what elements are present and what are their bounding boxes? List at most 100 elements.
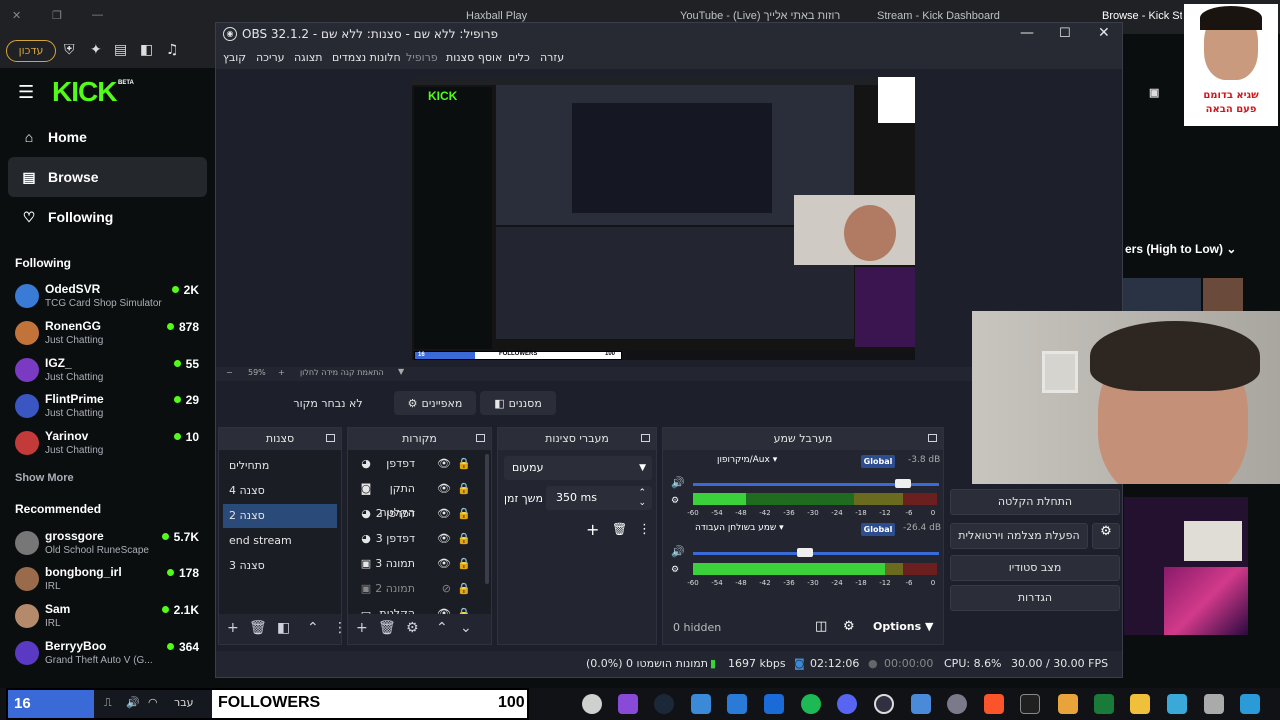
following-item[interactable]: Yarinov Just Chatting 10 [15, 428, 205, 464]
visibility-eye-icon[interactable]: 👁 [437, 477, 451, 501]
mixer-settings-icon[interactable]: ⚙ [671, 496, 679, 506]
language-indicator[interactable]: עבר [174, 696, 193, 709]
tv-icon[interactable]: ▣ [1149, 86, 1159, 99]
menu-docks[interactable]: חלונות נצמדים [332, 51, 401, 64]
window-close-icon[interactable]: ✕ [12, 9, 21, 31]
volume-slider-knob[interactable] [895, 479, 911, 488]
music-icon[interactable]: ♫ [166, 42, 179, 58]
visual-studio-icon[interactable] [618, 694, 638, 714]
extensions-icon[interactable]: ✦ [90, 42, 102, 58]
controller-icon[interactable]: ⎍ [104, 696, 112, 710]
following-item[interactable]: FlintPrime Just Chatting 29 [15, 391, 205, 427]
add-scene-icon[interactable]: + [227, 620, 239, 636]
lock-icon[interactable]: 🔒 [457, 552, 471, 576]
lock-icon[interactable]: 🔒 [457, 477, 471, 501]
photos-icon[interactable] [727, 694, 747, 714]
visibility-eye-icon[interactable]: 👁 [437, 527, 451, 551]
lock-icon[interactable]: 🔒 [457, 502, 471, 526]
add-source-icon[interactable]: + [356, 620, 368, 636]
transition-type-select[interactable]: עמעום ▼ [504, 456, 652, 480]
shield-icon[interactable]: ⛨ [64, 42, 75, 58]
close-icon[interactable]: ✕ [1098, 25, 1110, 41]
recommended-item[interactable]: grossgore Old School RuneScape 5.7K [15, 528, 205, 564]
obs-taskbar-icon[interactable] [874, 694, 894, 714]
speaker-icon[interactable]: 🔊 [671, 545, 685, 558]
store-icon[interactable] [764, 694, 784, 714]
snipping-tool-icon[interactable] [1167, 694, 1187, 714]
recommended-item[interactable]: BerryyBoo Grand Theft Auto V (G... 364 [15, 638, 205, 674]
wifi-icon[interactable]: ◠ [148, 696, 158, 709]
recommended-item[interactable]: Sam IRL 2.1K [15, 601, 205, 637]
scene-filters-icon[interactable]: ◧ [277, 620, 290, 636]
settings-button[interactable]: הגדרות [950, 585, 1120, 611]
settings-app-icon[interactable] [947, 694, 967, 714]
windows-start-icon[interactable] [1240, 694, 1260, 714]
visibility-eye-icon[interactable]: 👁 [437, 502, 451, 526]
mongodb-icon[interactable] [1094, 694, 1114, 714]
source-item[interactable]: ◕ דפדפן 2 👁 🔒 [354, 502, 475, 526]
following-item[interactable]: RonenGG Just Chatting 878 [15, 318, 205, 354]
clock-app-icon[interactable] [582, 694, 602, 714]
source-item-hidden[interactable]: ▣ תמונה 2 ⊘ 🔒 [354, 577, 475, 601]
add-transition-icon[interactable]: + [586, 520, 599, 539]
start-virtual-camera-button[interactable]: הפעלת מצלמה וירטואלית [950, 523, 1088, 549]
undock-icon[interactable] [326, 434, 335, 442]
source-item[interactable]: ◕ דפדפן 3 👁 🔒 [354, 527, 475, 551]
mixer-channel-name[interactable]: מיקרופון/Aux ▾ [717, 455, 777, 465]
move-source-down-icon[interactable]: ⌄ [460, 620, 472, 636]
undock-icon[interactable] [928, 434, 937, 442]
scrollbar[interactable] [485, 454, 489, 584]
minimize-icon[interactable]: — [1020, 25, 1034, 41]
file-explorer-icon[interactable] [1130, 694, 1150, 714]
maximize-icon[interactable]: ☐ [1059, 26, 1071, 41]
lock-icon[interactable]: 🔒 [457, 452, 471, 476]
menu-help[interactable]: עזרה [540, 51, 564, 64]
nav-following[interactable]: ♡ Following [8, 197, 207, 237]
following-item[interactable]: OdedSVR TCG Card Shop Simulator 2K [15, 281, 205, 317]
scene-item[interactable]: סצנה 4 [223, 479, 337, 503]
brave-icon[interactable] [984, 694, 1004, 714]
vmware-icon[interactable] [1058, 694, 1078, 714]
move-source-up-icon[interactable]: ⌃ [436, 620, 448, 636]
source-item[interactable]: ◙ התקן הקלטה 👁 🔒 [354, 477, 475, 519]
menu-profile[interactable]: פרופיל [406, 51, 438, 64]
lock-icon[interactable]: 🔒 [457, 527, 471, 551]
obs-titlebar[interactable]: ◉ OBS 32.1.2 - פרופיל: ללא שם - סצנות: ל… [216, 23, 1122, 47]
advanced-audio-icon[interactable]: ⚙ [843, 619, 855, 634]
undock-icon[interactable] [641, 434, 650, 442]
mixer-settings-icon[interactable]: ⚙ [671, 565, 679, 575]
source-item[interactable]: ◕ דפדפן 👁 🔒 [354, 452, 475, 476]
scene-item-selected[interactable]: סצנה 2 [223, 504, 337, 528]
sidebar-icon[interactable]: ◧ [140, 42, 153, 58]
mixer-channel-name[interactable]: שמע בשולחן העבודה ▾ [695, 523, 784, 533]
menu-view[interactable]: תצוגה [294, 51, 322, 64]
scene-item[interactable]: end stream [223, 529, 337, 553]
undock-icon[interactable] [476, 434, 485, 442]
zoom-dropdown-icon[interactable]: ▼ [398, 367, 404, 376]
nav-home[interactable]: ⌂ Home [8, 117, 207, 157]
menu-scene-collection[interactable]: אוסף סצנות [446, 51, 502, 64]
visibility-eye-icon[interactable]: 👁 [437, 452, 451, 476]
hamburger-menu-icon[interactable]: ☰ [18, 82, 34, 103]
wallet-icon[interactable]: ▤ [114, 42, 127, 58]
zoom-out-icon[interactable]: − [226, 368, 233, 377]
remove-source-icon[interactable]: 🗑 [378, 620, 396, 636]
start-recording-button[interactable]: התחלת הקלטה [950, 489, 1120, 515]
spin-down-icon[interactable]: ⌄ [638, 491, 646, 515]
steam-icon[interactable] [654, 694, 674, 714]
spotify-icon[interactable] [801, 694, 821, 714]
lock-icon[interactable]: 🔒 [457, 577, 471, 601]
scene-item[interactable]: מתחילים [223, 454, 337, 478]
discord-icon[interactable] [837, 694, 857, 714]
following-item[interactable]: IGZ_ Just Chatting 55 [15, 355, 205, 391]
scene-item[interactable]: סצנה 3 [223, 554, 337, 578]
duration-spinbox[interactable]: 350 ms ⌃ ⌄ [546, 486, 652, 510]
properties-button[interactable]: ⚙ מאפיינים [394, 391, 476, 415]
zoom-fit-hint[interactable]: התאמת קנה מידה לחלון [300, 368, 384, 377]
extension-update-badge[interactable]: עדכון [6, 40, 56, 62]
recommended-item[interactable]: bongbong_irl IRL 178 [15, 564, 205, 600]
show-more-link[interactable]: Show More [15, 472, 74, 484]
filters-button[interactable]: ◧ מסננים [480, 391, 556, 415]
remove-scene-icon[interactable]: 🗑 [249, 620, 267, 636]
sort-dropdown[interactable]: ers (High to Low) ⌄ [1125, 242, 1236, 256]
